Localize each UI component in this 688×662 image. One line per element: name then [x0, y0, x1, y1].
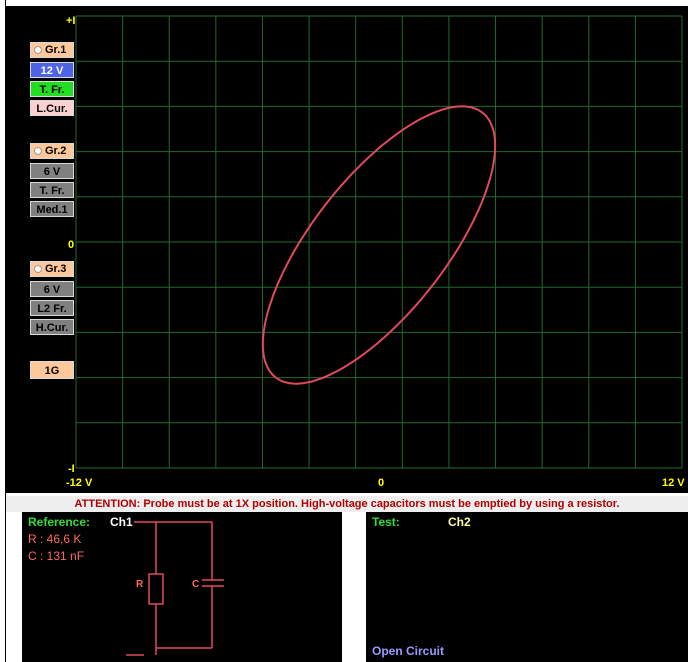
y-axis-zero-label: 0	[68, 239, 75, 251]
group3-radio-label: Gr.3	[45, 263, 67, 275]
test-status: Open Circuit	[372, 644, 445, 658]
group1-radio[interactable]: Gr.1	[30, 42, 74, 58]
signature-trace	[261, 105, 497, 385]
group2-voltage-button[interactable]: 6 V	[30, 163, 74, 179]
reference-title: Reference:	[28, 515, 91, 529]
y-axis-bottom-label: -I	[68, 463, 75, 475]
group1-radio-label: Gr.1	[45, 44, 67, 56]
test-panel: Test: Ch2 Open Circuit	[366, 512, 688, 662]
group3-voltage-button[interactable]: 6 V	[30, 281, 74, 297]
speed-1g-button[interactable]: 1G	[30, 361, 74, 379]
y-axis-top-label: +I	[66, 15, 76, 27]
group1-current-button[interactable]: L.Cur.	[30, 100, 74, 116]
resistor-symbol-label: R	[136, 579, 144, 590]
reference-c-value: C : 131 nF	[28, 549, 85, 563]
oscilloscope-panel: +I 0 -I -12 V 0 12 V Gr.1 12 V T. Fr. L.…	[6, 6, 688, 493]
x-axis-zero-label: 0	[378, 477, 385, 489]
radio-icon	[34, 46, 42, 54]
group3-radio[interactable]: Gr.3	[30, 261, 74, 277]
reference-channel: Ch1	[110, 515, 133, 529]
test-title: Test:	[372, 515, 400, 529]
group3-current-button[interactable]: H.Cur.	[30, 319, 74, 335]
group1-voltage-button[interactable]: 12 V	[30, 62, 74, 78]
group2-frequency-button[interactable]: T. Fr.	[30, 182, 74, 198]
capacitor-symbol-label: C	[192, 579, 200, 590]
group1-frequency-button[interactable]: T. Fr.	[30, 81, 74, 97]
test-channel: Ch2	[448, 515, 471, 529]
plot-area	[75, 15, 683, 469]
group2-radio-label: Gr.2	[45, 145, 67, 157]
reference-r-value: R : 46,6 K	[28, 532, 82, 546]
application-window: +I 0 -I -12 V 0 12 V Gr.1 12 V T. Fr. L.…	[0, 0, 688, 662]
group2-current-button[interactable]: Med.1	[30, 201, 74, 217]
radio-icon	[34, 265, 42, 273]
x-axis-left-label: -12 V	[66, 477, 93, 489]
x-axis-right-label: 12 V	[662, 477, 685, 489]
group3-frequency-button[interactable]: L2 Fr.	[30, 300, 74, 316]
radio-icon	[34, 147, 42, 155]
group2-radio[interactable]: Gr.2	[30, 143, 74, 159]
reference-panel: Reference: Ch1 R : 46,6 K C : 131 nF R C	[22, 512, 342, 662]
warning-message: ATTENTION: Probe must be at 1X position.…	[6, 496, 688, 512]
